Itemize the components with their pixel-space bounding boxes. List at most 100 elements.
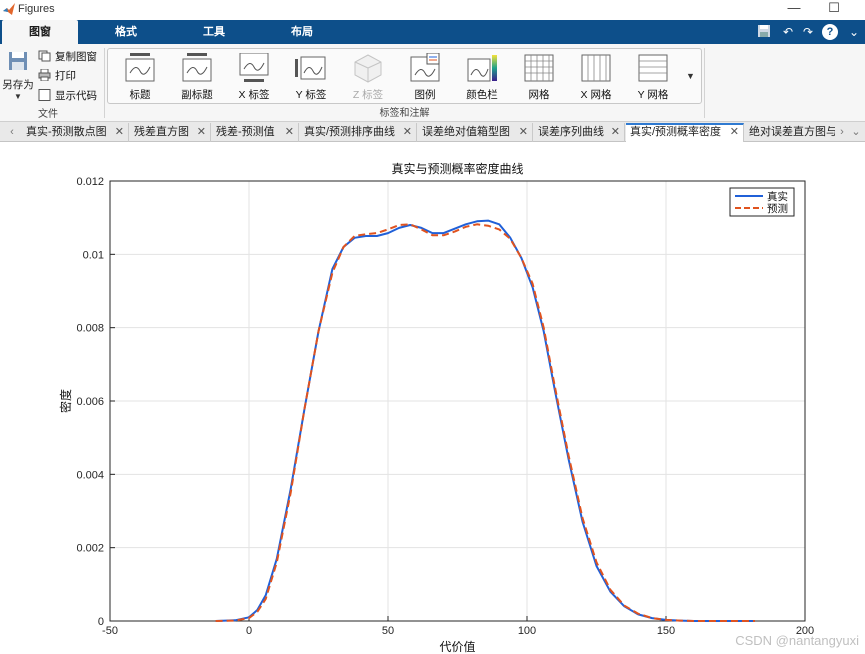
help-icon[interactable]: ? [822, 24, 838, 40]
chevron-down-icon: ▼ [14, 92, 22, 101]
gallery-expand-icon[interactable]: ▼ [686, 71, 695, 81]
doc-tab[interactable]: 误差序列曲线 ✕ [534, 123, 625, 142]
xgrid-label: X 网格 [580, 89, 612, 101]
undo-icon[interactable]: ↶ [780, 24, 796, 40]
zlabel-button[interactable]: Z 标签 [342, 53, 394, 105]
xlabel-button[interactable]: X 标签 [228, 53, 280, 105]
title-button[interactable]: 标题 [114, 53, 166, 105]
y-tick-label: 0.008 [76, 323, 104, 335]
y-tick-label: 0.012 [76, 176, 104, 188]
doc-tab-label: 误差序列曲线 [538, 126, 604, 138]
ylabel-icon [295, 56, 326, 80]
file-group: 另存为 ▼ 复制图窗 打印 显示代码 文件 [0, 44, 104, 122]
expand-icon[interactable]: ⌄ [846, 24, 862, 40]
copy-figure-label: 复制图窗 [55, 51, 97, 63]
doc-tab-label: 绝对误差直方图与 [749, 126, 835, 138]
x-tick-label: 150 [657, 625, 675, 637]
doc-tab[interactable]: 真实/预测排序曲线 ✕ [300, 123, 417, 142]
save-as-button[interactable]: 另存为 ▼ [2, 50, 34, 101]
doc-tab-label: 误差绝对值箱型图 [422, 126, 510, 138]
doc-tab[interactable]: 误差绝对值箱型图 ✕ [418, 123, 533, 142]
subtitle-button[interactable]: 副标题 [171, 53, 223, 105]
file-group-label: 文件 [38, 109, 58, 120]
subtitle-icon [182, 53, 212, 82]
print-label: 打印 [55, 70, 76, 82]
xgrid-icon [581, 54, 611, 82]
xgrid-button[interactable]: X 网格 [570, 53, 622, 105]
close-icon[interactable]: ✕ [403, 123, 412, 141]
xlabel-label: X 标签 [238, 89, 270, 101]
legend-icon [410, 53, 440, 82]
print-button[interactable]: 打印 [38, 68, 76, 85]
checkbox-icon [38, 89, 51, 101]
y-tick-label: 0.002 [76, 543, 104, 555]
zlabel-icon [354, 54, 382, 83]
window-title: Figures [18, 3, 55, 15]
redo-icon[interactable]: ↷ [800, 24, 816, 40]
title-label: 标题 [129, 89, 151, 101]
doc-tab-label: 真实/预测概率密度 [630, 126, 722, 138]
grid-icon [524, 54, 554, 82]
tabs-menu-icon[interactable]: ⌄ [850, 123, 862, 141]
ygrid-button[interactable]: Y 网格 [627, 53, 679, 105]
close-icon[interactable]: ✕ [285, 123, 294, 141]
group-divider [704, 48, 705, 118]
labels-group-label: 标签和注解 [379, 108, 430, 119]
tab-format[interactable]: 格式 [88, 20, 164, 44]
legend-button[interactable]: 图例 [399, 53, 451, 105]
tab-figure[interactable]: 图窗 [2, 20, 78, 44]
density-chart: -50 0 50 100 150 20000.0020.0040.0060.0080.01… [58, 161, 814, 654]
tabs-scroll-left-icon[interactable]: ‹ [6, 123, 18, 141]
ylabel-button[interactable]: Y 标签 [285, 53, 337, 105]
xlabel-icon [239, 53, 269, 82]
show-code-checkbox[interactable]: 显示代码 [38, 88, 97, 105]
ylabel-label: Y 标签 [295, 89, 327, 101]
close-icon[interactable]: ✕ [197, 123, 206, 141]
x-tick-label: -50 [102, 625, 118, 637]
y-tick-label: 0.006 [76, 396, 104, 408]
ygrid-icon [638, 54, 668, 82]
ribbon-panel: 另存为 ▼ 复制图窗 打印 显示代码 文件 标题 副标题 X 标签 Y 标签 Z… [0, 44, 865, 122]
copy-icon [38, 50, 51, 62]
maximize-button[interactable]: ☐ [820, 0, 848, 18]
y-tick-label: 0 [98, 616, 104, 628]
ribbon-tab-strip: 图窗 格式 工具 布局 ↶ ↷ ? ⌄ [0, 20, 865, 44]
save-icon[interactable] [756, 24, 772, 40]
legend-label: 预测 [767, 202, 788, 215]
legend-label: 图例 [414, 89, 436, 101]
title-icon [125, 53, 155, 82]
close-icon[interactable]: ✕ [115, 123, 124, 141]
ygrid-label: Y 网格 [637, 89, 669, 101]
group-divider [104, 48, 105, 118]
doc-tab[interactable]: 绝对误差直方图与 [745, 123, 835, 142]
doc-tab[interactable]: 真实-预测散点图 ✕ [22, 123, 129, 142]
doc-tab-active[interactable]: 真实/预测概率密度 ✕ [626, 123, 744, 142]
tab-layout[interactable]: 布局 [264, 20, 340, 44]
grid-button[interactable]: 网格 [513, 53, 565, 105]
x-tick-label: 100 [518, 625, 536, 637]
close-icon[interactable]: ✕ [730, 125, 739, 140]
tab-tools[interactable]: 工具 [176, 20, 252, 44]
doc-tab-label: 残差直方图 [134, 126, 189, 138]
watermark: CSDN @nantangyuxi [735, 633, 859, 648]
minimize-button[interactable]: — [780, 0, 808, 18]
close-icon[interactable]: ✕ [519, 123, 528, 141]
x-tick-label: 0 [246, 625, 252, 637]
legend-label: 真实 [767, 190, 788, 203]
colorbar-label: 颜色栏 [466, 89, 498, 101]
copy-figure-button[interactable]: 复制图窗 [38, 49, 97, 66]
document-tab-strip: ‹ 真实-预测散点图 ✕ 残差直方图 ✕ 残差-预测值 ✕ 真实/预测排序曲线 ✕ 误差… [0, 122, 865, 142]
doc-tab[interactable]: 残差-预测值 ✕ [212, 123, 299, 142]
x-tick-label: 50 [382, 625, 394, 637]
tabs-scroll-right-icon[interactable]: › [836, 123, 848, 141]
subtitle-label: 副标题 [181, 89, 213, 101]
doc-tab-label: 真实/预测排序曲线 [304, 126, 396, 138]
zlabel-label: Z 标签 [352, 89, 384, 101]
close-icon[interactable]: ✕ [611, 123, 620, 141]
doc-tab[interactable]: 残差直方图 ✕ [130, 123, 211, 142]
chart-title: 真实与预测概率密度曲线 [391, 161, 523, 176]
matlab-logo-icon [3, 3, 15, 15]
grid-label: 网格 [528, 89, 550, 101]
colorbar-button[interactable]: 颜色栏 [456, 53, 508, 105]
x-axis-label: 代价值 [439, 639, 475, 654]
